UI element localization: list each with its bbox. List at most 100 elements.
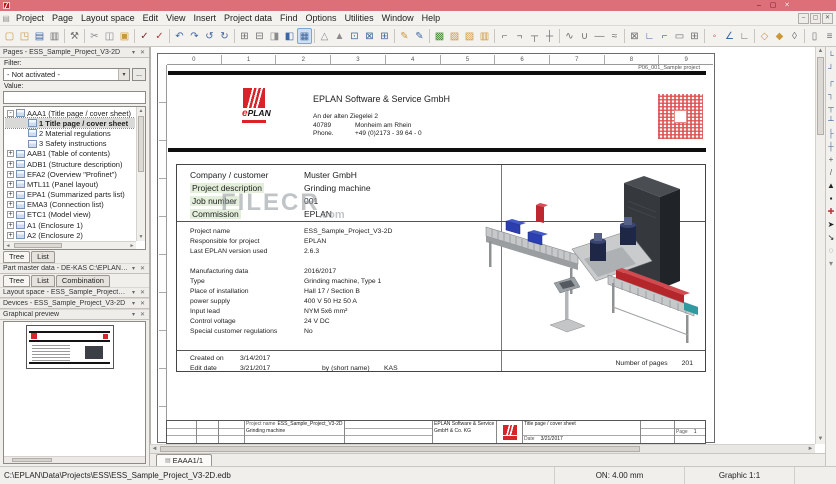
preview-scrollbar[interactable] [4, 456, 145, 463]
slash-icon[interactable]: / [826, 166, 836, 179]
menu-item-layout-space[interactable]: Layout space [77, 13, 139, 23]
menu-item-edit[interactable]: Edit [139, 13, 163, 23]
scroll-thumb[interactable] [138, 116, 144, 172]
properties-icon[interactable]: ▯ [807, 28, 822, 44]
menu-item-options[interactable]: Options [302, 13, 341, 23]
redo-history-icon[interactable]: ↻ [217, 28, 232, 44]
tree-vertical-scrollbar[interactable]: ▲ ▼ [136, 107, 145, 241]
menu-item-insert[interactable]: Insert [189, 13, 220, 23]
window-macro-icon[interactable]: ⊡ [347, 28, 362, 44]
panel-menu-icon[interactable]: ▾ [130, 49, 137, 56]
redo-icon[interactable]: ↷ [187, 28, 202, 44]
scroll-up-icon[interactable]: ▲ [137, 107, 145, 115]
tree-item[interactable]: 3 Safety instructions [5, 139, 135, 149]
chevron-down-icon[interactable]: ▾ [118, 69, 129, 80]
copy-handle-icon[interactable]: ◆ [772, 28, 787, 44]
grid-icon[interactable]: ⊞ [687, 28, 702, 44]
menu-item-project-data[interactable]: Project data [220, 13, 276, 23]
layers-icon[interactable]: ≡ [822, 28, 836, 44]
graphical-preview[interactable] [3, 320, 146, 464]
t-node-down-icon[interactable]: ┬ [826, 101, 836, 114]
point-icon[interactable]: ◦ [707, 28, 722, 44]
direct-connect-icon[interactable]: ∠ [722, 28, 737, 44]
tree-item[interactable]: + EFA2 (Overview "Profinet") [5, 169, 135, 179]
part-master-tab-combination[interactable]: Combination [55, 274, 110, 287]
expander-icon[interactable]: + [7, 211, 14, 219]
device-icon[interactable]: ▨ [447, 28, 462, 44]
scroll-down-icon[interactable]: ▼ [816, 435, 825, 444]
pages-tab-tree[interactable]: Tree [3, 250, 31, 263]
panel-close-icon[interactable]: ✕ [139, 300, 146, 307]
plus-icon[interactable]: + [826, 153, 836, 166]
drawing-canvas[interactable]: 0123456789 P06_001_Sample project ePLAN … [150, 47, 815, 444]
mdi-restore-button[interactable]: ▢ [810, 12, 821, 24]
zoom-lens-icon[interactable]: ◌ [826, 244, 836, 257]
tree-item[interactable]: 2 Material regulations [5, 128, 135, 138]
tree-item[interactable]: + A2 (Enclosure 2) [5, 230, 135, 240]
line-icon[interactable]: — [592, 28, 607, 44]
settings-wrench-icon[interactable]: ⚒ [67, 28, 82, 44]
devices-panel-header[interactable]: Devices - ESS_Sample_Project_V3-2D ▾ ✕ [0, 297, 149, 309]
scroll-up-icon[interactable]: ▲ [816, 47, 825, 56]
layout-space-panel-header[interactable]: Layout space - ESS_Sample_Project_V3-2D … [0, 286, 149, 298]
symbol-macro-icon[interactable]: ⊠ [362, 28, 377, 44]
expander-icon[interactable]: + [7, 160, 14, 168]
edit-graphic-icon[interactable]: ✎ [412, 28, 427, 44]
tree-item[interactable]: + EMA3 (Connection list) [5, 200, 135, 210]
expander-icon[interactable]: + [7, 191, 14, 199]
filter-dropdown[interactable]: - Not activated - ▾ [3, 68, 130, 81]
tree-item[interactable]: + ETC1 (Model view) [5, 210, 135, 220]
next-page-icon[interactable]: ◧ [282, 28, 297, 44]
expander-icon[interactable]: - [7, 109, 14, 117]
apply-icon[interactable]: ✓ [152, 28, 167, 44]
arc-icon[interactable]: ∪ [577, 28, 592, 44]
tree-item[interactable]: + EPA1 (Summarized parts list) [5, 190, 135, 200]
cut-icon[interactable]: ✂ [87, 28, 102, 44]
canvas-horizontal-scrollbar[interactable]: ◄ ► [150, 444, 815, 453]
canvas-vertical-scrollbar[interactable]: ▲ ▼ [815, 47, 825, 444]
check-icon[interactable]: ✓ [137, 28, 152, 44]
page-macro-icon[interactable]: ⊞ [377, 28, 392, 44]
corner-up-left-icon[interactable]: ┌ [826, 75, 836, 88]
tree-item[interactable]: + A1 (Enclosure 1) [5, 220, 135, 230]
rotate-icon[interactable]: ▲ [332, 28, 347, 44]
tree-item[interactable]: + MTL11 (Panel layout) [5, 179, 135, 189]
tree-item[interactable]: + ADB1 (Structure description) [5, 159, 135, 169]
connection-symbol-icon[interactable]: ∿ [562, 28, 577, 44]
angle-l-icon[interactable]: ∟ [642, 28, 657, 44]
expander-icon[interactable]: + [7, 201, 14, 209]
expander-icon[interactable]: + [7, 231, 14, 239]
insert-tpiece-icon[interactable]: ┬ [527, 28, 542, 44]
scroll-thumb[interactable] [160, 446, 640, 452]
panel-menu-icon[interactable]: ▾ [130, 300, 137, 307]
maximize-button[interactable]: ▢ [766, 0, 780, 11]
panel-menu-icon[interactable]: ▾ [130, 265, 137, 272]
scroll-thumb[interactable] [817, 57, 824, 135]
menu-item-project[interactable]: Project [12, 13, 48, 23]
panel-menu-icon[interactable]: ▾ [130, 289, 137, 296]
rectangle-icon[interactable]: ▭ [672, 28, 687, 44]
zoom-window-icon[interactable]: ⊞ [237, 28, 252, 44]
expander-icon[interactable]: + [7, 150, 14, 158]
filter-browse-button[interactable]: ... [132, 68, 146, 81]
select-window-icon[interactable]: ⊠ [627, 28, 642, 44]
corner-down-right-icon[interactable]: ┘ [826, 62, 836, 75]
title-bar[interactable]: – ▢ ✕ [0, 0, 836, 11]
value-input[interactable] [3, 91, 146, 104]
menu-item-help[interactable]: Help [418, 13, 445, 23]
t-node-right-icon[interactable]: ├ [826, 127, 836, 140]
expander-icon[interactable]: + [7, 180, 14, 188]
macro-box-icon[interactable]: ▧ [462, 28, 477, 44]
pages-panel-header[interactable]: Pages - ESS_Sample_Project_V3-2D ▾ ✕ [0, 47, 149, 58]
stop-icon[interactable]: ▪ [826, 192, 836, 205]
menu-item-find[interactable]: Find [276, 13, 302, 23]
curve-icon[interactable]: ≈ [607, 28, 622, 44]
menu-item-window[interactable]: Window [378, 13, 418, 23]
more-icon[interactable]: ▾ [826, 257, 836, 270]
mdi-close-button[interactable]: ✕ [822, 12, 833, 24]
panel-close-icon[interactable]: ✕ [139, 289, 146, 296]
graphical-preview-header[interactable]: Graphical preview ▾ ✕ [0, 308, 149, 320]
pages-tab-list[interactable]: List [31, 250, 55, 263]
panel-close-icon[interactable]: ✕ [139, 49, 146, 56]
stretch-icon[interactable]: ◊ [787, 28, 802, 44]
